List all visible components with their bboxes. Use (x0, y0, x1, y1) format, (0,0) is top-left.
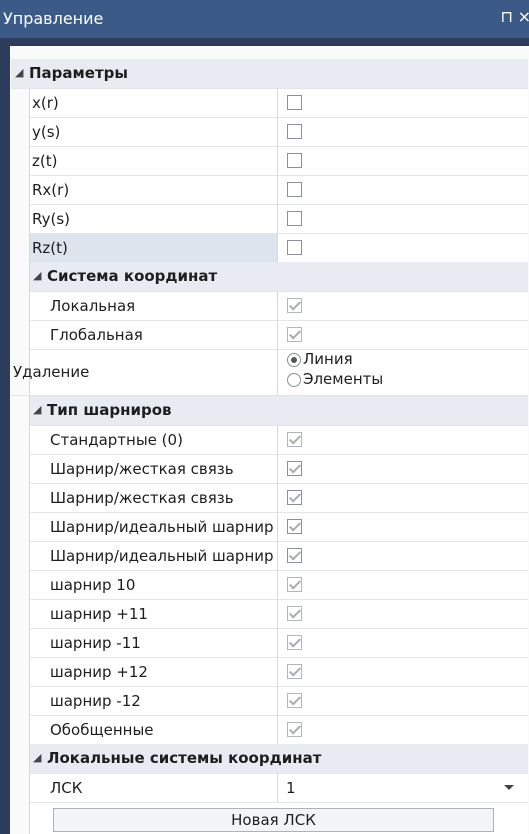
property-label: шарнир +11 (50, 605, 148, 623)
checkbox-hinge[interactable] (287, 606, 302, 621)
property-row-hinge[interactable]: шарнир +11 (30, 599, 528, 629)
property-label: Шарнир/жесткая связь (50, 489, 234, 507)
property-row-deletion[interactable]: Удаление Линия Элементы (11, 349, 528, 396)
property-row-local[interactable]: Локальная (30, 291, 528, 321)
property-label: ЛСК (50, 779, 83, 797)
checkbox-hinge[interactable] (287, 577, 302, 592)
lsk-select-value[interactable]: 1 (286, 779, 296, 797)
property-label: Rz(t) (32, 239, 68, 257)
collapse-triangle-icon[interactable]: ◢ (33, 403, 41, 416)
property-label: z(t) (32, 152, 58, 170)
checkbox-hinge[interactable] (287, 519, 302, 534)
property-row-zt[interactable]: z(t) (30, 146, 528, 176)
property-label: шарнир -11 (50, 634, 141, 652)
property-row-hinge[interactable]: Стандартные (0) (30, 425, 528, 455)
property-label: Шарнир/идеальный шарнир (50, 518, 274, 536)
property-label: Шарнир/жесткая связь (50, 460, 234, 478)
checkbox-rzt[interactable] (287, 240, 302, 255)
property-label: Ry(s) (32, 210, 70, 228)
radio-line[interactable] (287, 353, 301, 367)
property-row-rys[interactable]: Ry(s) (30, 204, 528, 234)
property-row-hinge[interactable]: шарнир -11 (30, 628, 528, 658)
checkbox-hinge[interactable] (287, 722, 302, 737)
checkbox-rxr[interactable] (287, 182, 302, 197)
property-label: y(s) (32, 123, 61, 141)
property-label: Rx(r) (32, 181, 70, 199)
category-hinges[interactable]: ◢ Тип шарниров (30, 396, 528, 426)
checkbox-hinge[interactable] (287, 548, 302, 563)
checkbox-hinge[interactable] (287, 664, 302, 679)
collapse-triangle-icon[interactable]: ◢ (33, 269, 41, 282)
category-params[interactable]: ◢ Параметры (11, 59, 528, 89)
property-row-rxr[interactable]: Rx(r) (30, 175, 528, 205)
collapse-triangle-icon[interactable]: ◢ (15, 66, 23, 79)
property-grid: ◢ Параметры x(r) y(s) z(t) Rx(r) Ry(s) R… (11, 59, 528, 834)
property-label: Удаление (13, 363, 90, 381)
radio-label: Линия (303, 350, 353, 368)
checkbox-hinge[interactable] (287, 490, 302, 505)
category-label: Параметры (29, 64, 128, 82)
checkbox-hinge[interactable] (287, 693, 302, 708)
checkbox-xr[interactable] (287, 95, 302, 110)
category-label: Локальные системы координат (47, 749, 322, 767)
property-label: Обобщенные (50, 721, 154, 739)
property-label: шарнир +12 (50, 663, 148, 681)
property-row-ys[interactable]: y(s) (30, 117, 528, 147)
property-row-hinge[interactable]: Обобщенные (30, 715, 528, 745)
pin-icon[interactable]: ⊓ (501, 7, 513, 26)
grid-margin (10, 59, 29, 834)
radio-label: Элементы (303, 370, 384, 388)
panel-titlebar: Управление ⊓ × (0, 0, 529, 38)
property-label: Стандартные (0) (50, 431, 183, 449)
category-lsk[interactable]: ◢ Локальные системы координат (30, 744, 528, 774)
property-row-hinge[interactable]: шарнир +12 (30, 657, 528, 687)
checkbox-local[interactable] (287, 298, 302, 313)
checkbox-hinge[interactable] (287, 432, 302, 447)
property-label: шарнир 10 (50, 576, 136, 594)
property-row-hinge[interactable]: шарнир 10 (30, 570, 528, 600)
checkbox-rys[interactable] (287, 211, 302, 226)
property-label: x(r) (32, 94, 59, 112)
radio-elements[interactable] (287, 373, 301, 387)
property-label: Шарнир/идеальный шарнир (50, 547, 274, 565)
property-row-xr[interactable]: x(r) (30, 88, 528, 118)
property-label: Локальная (50, 297, 136, 315)
property-row-hinge[interactable]: шарнир -12 (30, 686, 528, 716)
property-row-hinge[interactable]: Шарнир/жесткая связь (30, 454, 528, 484)
category-label: Тип шарниров (47, 401, 172, 419)
new-lsk-button[interactable]: Новая ЛСК (53, 808, 494, 832)
chevron-down-icon[interactable] (504, 785, 514, 790)
property-label: шарнир -12 (50, 692, 141, 710)
property-row-hinge[interactable]: Шарнир/идеальный шарнир (30, 541, 528, 571)
property-row-hinge[interactable]: Шарнир/идеальный шарнир (30, 512, 528, 542)
property-row-rzt[interactable]: Rz(t) (30, 233, 528, 263)
checkbox-ys[interactable] (287, 124, 302, 139)
property-row-lsk[interactable]: ЛСК 1 (30, 773, 528, 803)
checkbox-global[interactable] (287, 327, 302, 342)
collapse-triangle-icon[interactable]: ◢ (33, 751, 41, 764)
checkbox-zt[interactable] (287, 153, 302, 168)
property-row-hinge[interactable]: Шарнир/жесткая связь (30, 483, 528, 513)
checkbox-hinge[interactable] (287, 461, 302, 476)
category-label: Система координат (47, 267, 218, 285)
checkbox-hinge[interactable] (287, 635, 302, 650)
category-coords[interactable]: ◢ Система координат (30, 262, 528, 292)
close-icon[interactable]: × (518, 7, 529, 26)
property-row-global[interactable]: Глобальная (30, 320, 528, 350)
property-label: Глобальная (50, 326, 143, 344)
panel-title: Управление (3, 9, 104, 28)
